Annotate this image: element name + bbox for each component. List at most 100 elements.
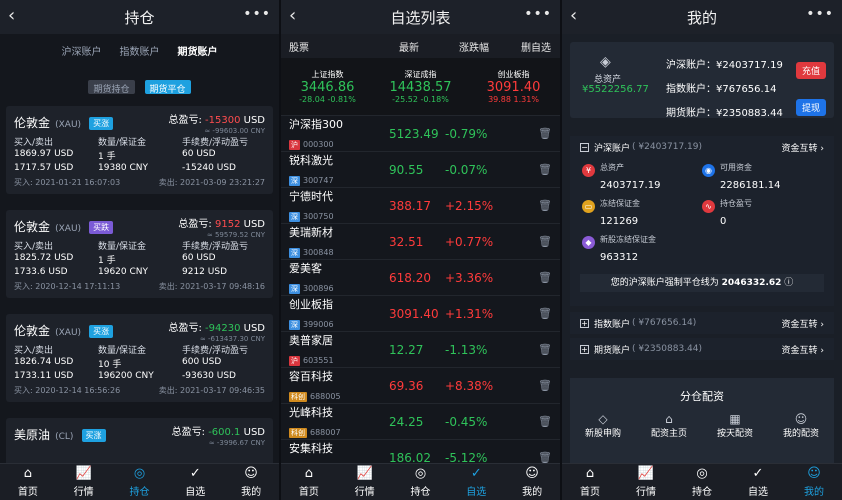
trade-dates: 买入: 2020-12-14 16:56:26 卖出: 2021-03-17 0… (14, 386, 265, 395)
back-icon[interactable]: ‹ (570, 5, 577, 26)
wallet-icon: ◉ (702, 164, 715, 177)
nav-market[interactable]: 📈 行情 (337, 464, 393, 500)
position-details: 买入/卖出 数量/保证金 手续费/浮动盈亏 1826.74 USD 10 手 6… (14, 346, 249, 381)
watchlist-row[interactable]: 宁德时代深 300750 388.17 +2.15% 🗑 (281, 188, 560, 224)
position-icon: ◎ (696, 465, 708, 481)
watchlist-row[interactable]: 光峰科技 科创 688007 24.25 -0.45% 🗑 (281, 404, 560, 440)
index-card[interactable]: 深证成指 14438.57 -25.52 -0.18% (374, 69, 467, 104)
tab-index-account[interactable]: 指数账户 (120, 43, 160, 58)
transfer-link[interactable]: 资金互转 › (782, 141, 824, 154)
watchlist-row[interactable]: 容百科技 科创 688005 69.36 +8.38% 🗑 (281, 368, 560, 404)
hs-account-header[interactable]: − 沪深账户( ¥2403717.19) 资金互转 › (570, 136, 834, 158)
nav-positions[interactable]: ◎ 持仓 (393, 464, 449, 500)
nav-watchlist[interactable]: ✓ 自选 (730, 464, 786, 500)
position-card[interactable]: 伦敦金 (XAU) 买涨 总盈亏: -15300 USD ≈ -99603.00… (6, 106, 273, 194)
alloc-home[interactable]: ⌂ 配资主页 (651, 412, 687, 439)
calendar-icon: ▦ (729, 412, 741, 426)
transfer-link[interactable]: 资金互转 › (782, 343, 824, 356)
direction-badge: 买涨 (89, 325, 114, 338)
position-card[interactable]: 伦敦金 (XAU) 买涨 总盈亏: -94230 USD ≈ -613437.3… (6, 314, 273, 402)
expand-icon: + (580, 318, 589, 328)
home-icon: ⌂ (585, 465, 595, 481)
watchlist-row[interactable]: 锐科激光深 300747 90.55 -0.07% 🗑 (281, 152, 560, 188)
collapse-icon: − (580, 142, 589, 152)
trash-icon[interactable]: 🗑 (538, 163, 552, 176)
watchlist-row[interactable]: 美瑞新材深 300848 32.51 +0.77% 🗑 (281, 224, 560, 260)
change-percent: -1.13% (445, 342, 488, 357)
check-icon: ✓ (470, 465, 482, 481)
more-icon[interactable]: ••• (524, 6, 552, 22)
trash-icon[interactable]: 🗑 (538, 343, 552, 356)
nav-market[interactable]: 📈 行情 (56, 464, 112, 500)
total-pnl: 总盈亏: -94230 USD ≈ -613437.30 CNY (168, 323, 265, 343)
diamond-icon: ◈ (600, 54, 611, 70)
nav-home[interactable]: ⌂ 首页 (0, 464, 56, 500)
latest-price: 5123.49 (389, 126, 439, 141)
trade-dates: 买入: 2021-01-21 16:07:03 卖出: 2021-03-09 2… (14, 178, 265, 187)
nav-home[interactable]: ⌂ 首页 (281, 464, 337, 500)
pulse-icon: ∿ (702, 200, 715, 213)
frozen-icon: ▭ (582, 200, 595, 213)
futures-account-section[interactable]: + 期货账户( ¥2350883.44) 资金互转 › (570, 338, 834, 360)
back-icon[interactable]: ‹ (289, 5, 296, 26)
watchlist-row[interactable]: 奥普家居沪 603551 12.27 -1.13% 🗑 (281, 332, 560, 368)
stock-name: 奥普家居沪 603551 (289, 334, 334, 366)
transfer-link[interactable]: 资金互转 › (782, 317, 824, 330)
alloc-daily[interactable]: ▦ 按天配资 (717, 412, 753, 439)
nav-mine[interactable]: ☺ 我的 (223, 464, 279, 500)
chart-icon: 📈 (356, 465, 373, 481)
trash-icon[interactable]: 🗑 (538, 199, 552, 212)
index-card[interactable]: 上证指数 3446.86 -28.04 -0.81% (281, 69, 374, 104)
nav-market[interactable]: 📈 行情 (618, 464, 674, 500)
market-badge: 科创 (289, 392, 307, 402)
user-icon: ☺ (807, 465, 821, 481)
nav-mine[interactable]: ☺ 我的 (786, 464, 842, 500)
nav-watchlist[interactable]: ✓ 自选 (167, 464, 223, 500)
nav-positions[interactable]: ◎ 持仓 (112, 464, 168, 500)
withdraw-button[interactable]: 提现 (795, 99, 826, 116)
account-metrics: ¥ 总资产 2403717.19 ◉ 可用资金 2286181.14 ▭ 冻结保证金 121… (570, 158, 834, 268)
market-badge: 沪 (289, 140, 300, 150)
trash-icon[interactable]: 🗑 (538, 127, 552, 140)
bottom-nav: ⌂ 首页 📈 行情 ◎ 持仓 ✓ 自选 ☺ 我的 (0, 463, 279, 500)
index-card[interactable]: 创业板指 3091.40 39.88 1.31% (467, 69, 560, 104)
watchlist-row[interactable]: 沪深指300 沪 000300 5123.49 -0.79% 🗑 (281, 116, 560, 152)
market-badge: 沪 (289, 356, 300, 366)
tab-hs-account[interactable]: 沪深账户 (62, 43, 102, 58)
index-account-section[interactable]: + 指数账户( ¥767656.14) 资金互转 › (570, 312, 834, 334)
trash-icon[interactable]: 🗑 (538, 379, 552, 392)
watchlist-row[interactable]: 爱美客深 300896 618.20 +3.36% 🗑 (281, 260, 560, 296)
trash-icon[interactable]: 🗑 (538, 307, 552, 320)
nav-mine[interactable]: ☺ 我的 (504, 464, 560, 500)
alloc-ipo[interactable]: ◇ 新股申购 (585, 412, 621, 439)
contract-name: 美原油 (14, 428, 51, 442)
help-icon: ⓘ (784, 278, 794, 288)
trash-icon[interactable]: 🗑 (538, 415, 552, 428)
change-percent: +1.31% (445, 306, 494, 321)
more-icon[interactable]: ••• (806, 6, 834, 22)
market-badge: 深 (289, 176, 300, 186)
back-icon[interactable]: ‹ (8, 5, 15, 26)
tab-futures-holding[interactable]: 期货持仓 (88, 80, 135, 95)
hs-account-section: − 沪深账户( ¥2403717.19) 资金互转 › ¥ 总资产 2403717.… (570, 136, 834, 306)
position-icon: ◎ (414, 465, 427, 481)
account-tabs: 沪深账户 指数账户 期货账户 (0, 34, 279, 66)
contract-code: (XAU) (55, 120, 82, 130)
nav-home[interactable]: ⌂ 首页 (562, 464, 618, 500)
home-icon: ⌂ (665, 412, 673, 426)
more-icon[interactable]: ••• (243, 6, 271, 22)
watchlist-row[interactable]: 创业板指深 399006 3091.40 +1.31% 🗑 (281, 296, 560, 332)
check-icon: ✓ (189, 465, 201, 481)
alloc-mine[interactable]: ☺ 我的配资 (783, 412, 819, 439)
stock-name: 宁德时代深 300750 (289, 190, 334, 222)
latest-price: 90.55 (389, 162, 424, 177)
tab-futures-closed[interactable]: 期货平仓 (144, 80, 191, 95)
tab-futures-account[interactable]: 期货账户 (178, 43, 218, 58)
trash-icon[interactable]: 🗑 (538, 235, 552, 248)
stock-name: 沪深指300 沪 000300 (289, 118, 343, 150)
nav-positions[interactable]: ◎ 持仓 (674, 464, 730, 500)
recharge-button[interactable]: 充值 (795, 62, 826, 79)
position-card[interactable]: 伦敦金 (XAU) 买跌 总盈亏: 9152 USD ≈ 59579.52 CN… (6, 210, 273, 298)
nav-watchlist[interactable]: ✓ 自选 (448, 464, 504, 500)
trash-icon[interactable]: 🗑 (538, 271, 552, 284)
